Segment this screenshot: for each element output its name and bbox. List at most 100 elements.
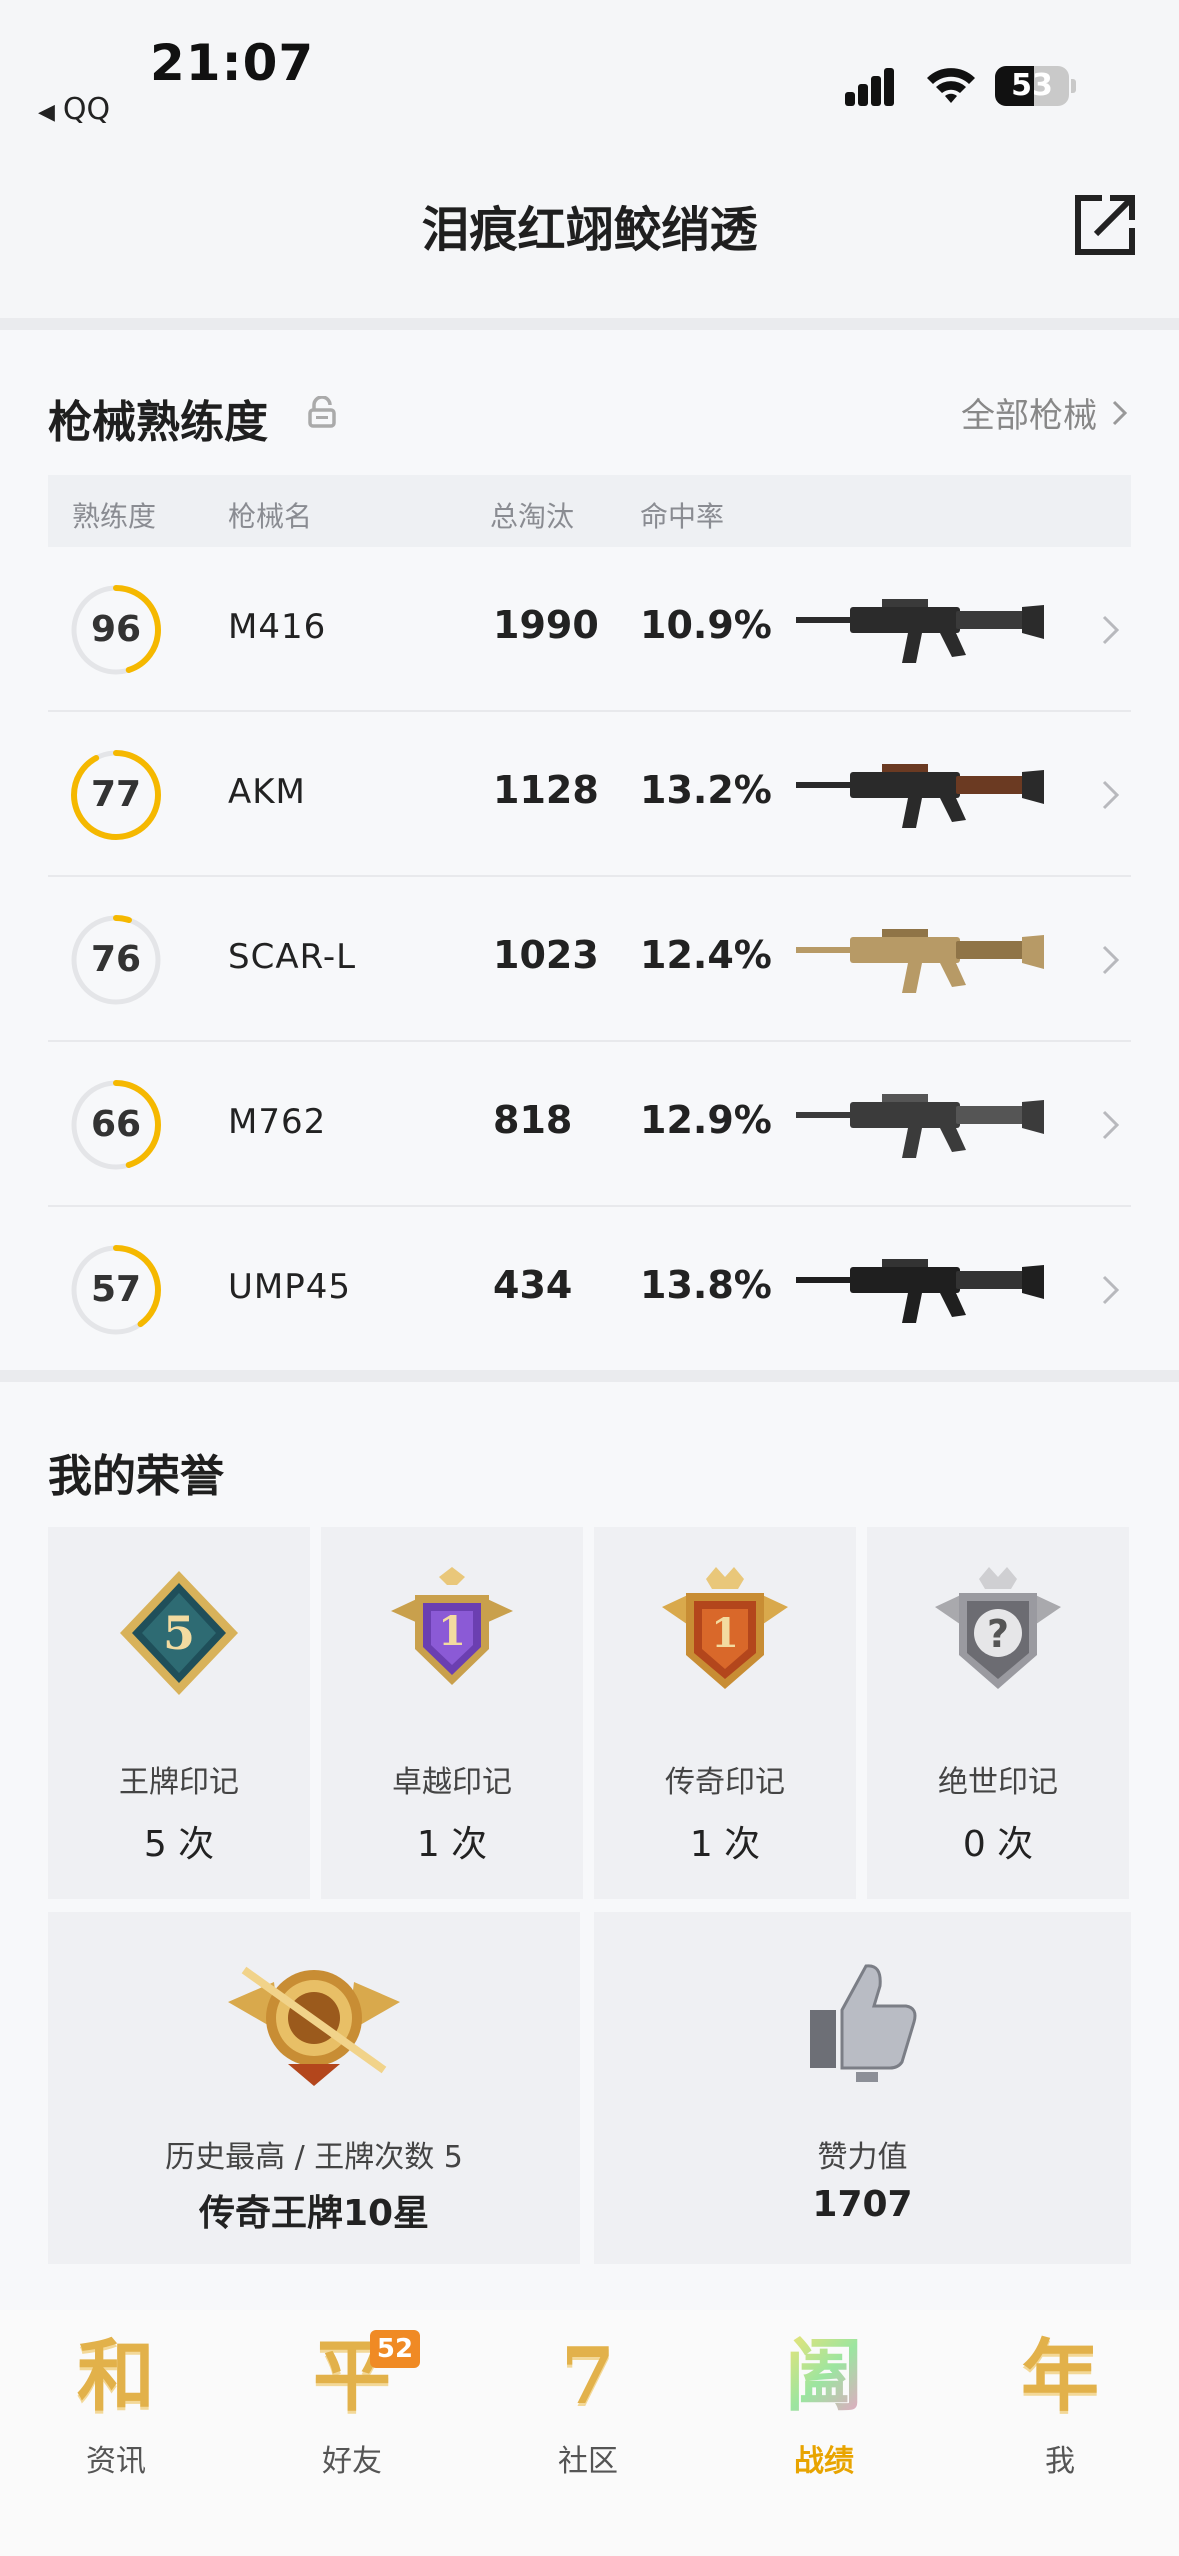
chevron-right-icon: [1112, 400, 1128, 425]
chevron-right-icon: [1102, 1275, 1120, 1305]
tab-me[interactable]: 年 我: [960, 2332, 1160, 2502]
weapon-row[interactable]: 76 SCAR-L 1023 12.4%: [48, 877, 1131, 1042]
tab-news[interactable]: 和 资讯: [16, 2332, 216, 2502]
svg-text:?: ?: [987, 1612, 1009, 1656]
weapon-row[interactable]: 77 AKM 1128 13.2%: [48, 712, 1131, 877]
section-divider: [0, 1370, 1179, 1382]
weapon-name: M416: [228, 607, 327, 647]
tab-label: 社区: [558, 2444, 618, 2479]
col-weapon-name: 枪械名: [228, 500, 313, 533]
back-to-app-button[interactable]: ◀ QQ: [38, 92, 110, 127]
honor-label: 王牌印记: [119, 1765, 239, 1800]
mastery-value: 66: [90, 1104, 142, 1145]
tab-label: 资讯: [86, 2444, 146, 2479]
weapon-name: AKM: [228, 772, 306, 812]
honor-count: 1 次: [689, 1824, 761, 1865]
highest-rank-card[interactable]: 历史最高 / 王牌次数 5 传奇王牌10星: [48, 1912, 580, 2264]
honors-section: 我的荣誉 5 王牌印记 5 次 1 卓越印记 1 次 1 传奇印记 1 次 ? …: [0, 1382, 1179, 2312]
svg-text:1: 1: [711, 1610, 739, 1657]
legend-mark-badge-icon: 1: [662, 1567, 788, 1689]
weapon-kills: 1128: [493, 768, 599, 812]
weapon-accuracy: 12.9%: [640, 1098, 772, 1142]
wifi-icon: [927, 68, 975, 103]
legend-mark-card[interactable]: 1 传奇印记 1 次: [594, 1527, 856, 1899]
chevron-right-icon: [1102, 1110, 1120, 1140]
honor-label: 传奇印记: [665, 1765, 785, 1800]
chevron-right-icon: [1102, 945, 1120, 975]
lock-icon[interactable]: [308, 396, 336, 428]
honor-label: 绝世印记: [938, 1765, 1058, 1800]
likes-label: 赞力值: [817, 2140, 908, 2175]
records-tab-icon: 阖: [769, 2332, 879, 2422]
legend-ace-trophy-icon: [228, 1966, 400, 2086]
mastery-value: 96: [90, 609, 142, 650]
honors-title: 我的荣誉: [48, 1451, 224, 1502]
community-tab-icon: 7: [560, 2331, 616, 2422]
section-divider: [0, 318, 1179, 330]
highest-rank-label: 历史最高 / 王牌次数 5: [165, 2140, 463, 2175]
cellular-signal-icon: [845, 66, 905, 106]
honor-count: 5 次: [143, 1824, 215, 1865]
me-tab-icon: 年: [1020, 2331, 1099, 2422]
excellence-mark-card[interactable]: 1 卓越印记 1 次: [321, 1527, 583, 1899]
weapon-kills: 818: [493, 1098, 573, 1142]
weapon-name: SCAR-L: [228, 937, 357, 977]
ace-mark-card[interactable]: 5 王牌印记 5 次: [48, 1527, 310, 1899]
thumbs-up-icon: [810, 1964, 917, 2082]
mastery-value: 76: [90, 939, 142, 980]
share-export-icon[interactable]: [1072, 192, 1138, 258]
all-weapons-label: 全部枪械: [961, 396, 1097, 436]
weapon-mastery-title: 枪械熟练度: [48, 397, 268, 448]
all-weapons-link[interactable]: 全部枪械: [961, 388, 1129, 437]
mastery-value: 77: [90, 774, 142, 815]
excellence-mark-badge-icon: 1: [391, 1567, 513, 1685]
weapon-kills: 1990: [493, 603, 599, 647]
weapon-mastery-section: 枪械熟练度 全部枪械 熟练度 枪械名 总淘汰 命中率 96 M416 1990 10.…: [0, 330, 1179, 1370]
news-tab-icon: 和: [76, 2331, 155, 2422]
col-kills: 总淘汰: [490, 500, 575, 533]
weapon-table-header: 熟练度 枪械名 总淘汰 命中率: [48, 475, 1131, 547]
chevron-right-icon: [1102, 780, 1120, 810]
peerless-mark-card[interactable]: ? 绝世印记 0 次: [867, 1527, 1129, 1899]
ace-mark-badge-icon: 5: [120, 1571, 238, 1695]
status-time: 21:07: [150, 34, 315, 92]
tab-label: 战绩: [794, 2444, 854, 2479]
tab-records[interactable]: 阖 战绩: [724, 2332, 924, 2502]
page-header: 泪痕红翊鲛绡透: [0, 150, 1179, 320]
chevron-right-icon: [1102, 615, 1120, 645]
tab-label: 好友: [322, 2444, 382, 2479]
weapon-row[interactable]: 96 M416 1990 10.9%: [48, 547, 1131, 712]
weapon-row[interactable]: 66 M762 818 12.9%: [48, 1042, 1131, 1207]
highest-rank-value: 传奇王牌10星: [198, 2193, 430, 2234]
bottom-tab-bar: 和 资讯 平 52 好友 7 社区 阖 战绩 年 我: [0, 2310, 1179, 2556]
honor-count: 1 次: [416, 1824, 488, 1865]
likes-value: 1707: [812, 2184, 913, 2225]
weapon-name: M762: [228, 1102, 327, 1142]
weapon-name: UMP45: [228, 1267, 351, 1307]
honor-label: 卓越印记: [392, 1765, 512, 1800]
ump45-smg-icon: [796, 1259, 1044, 1323]
battery-icon: 53: [995, 66, 1076, 106]
weapon-kills: 1023: [493, 933, 599, 977]
col-accuracy: 命中率: [640, 500, 725, 533]
peerless-mark-badge-icon: ?: [935, 1567, 1061, 1689]
back-app-label: QQ: [62, 92, 111, 127]
tab-community[interactable]: 7 社区: [488, 2332, 688, 2502]
svg-text:5: 5: [163, 1606, 195, 1660]
weapon-accuracy: 13.8%: [640, 1263, 772, 1307]
honor-count: 0 次: [962, 1824, 1034, 1865]
status-bar: 21:07 ◀ QQ 53: [0, 0, 1179, 150]
svg-text:1: 1: [438, 1608, 466, 1655]
tab-friends[interactable]: 平 52 好友: [252, 2330, 452, 2502]
weapon-row[interactable]: 57 UMP45 434 13.8%: [48, 1207, 1131, 1372]
scar-l-rifle-icon: [796, 929, 1044, 993]
weapon-accuracy: 12.4%: [640, 933, 772, 977]
likes-card[interactable]: 赞力值 1707: [594, 1912, 1131, 2264]
weapon-kills: 434: [493, 1263, 573, 1307]
friends-notification-badge: 52: [370, 2330, 420, 2368]
m416-rifle-icon: [796, 599, 1044, 663]
tab-label: 我: [1045, 2444, 1075, 2479]
page-title: 泪痕红翊鲛绡透: [421, 202, 758, 258]
col-mastery: 熟练度: [72, 500, 157, 533]
weapon-accuracy: 13.2%: [640, 768, 772, 812]
